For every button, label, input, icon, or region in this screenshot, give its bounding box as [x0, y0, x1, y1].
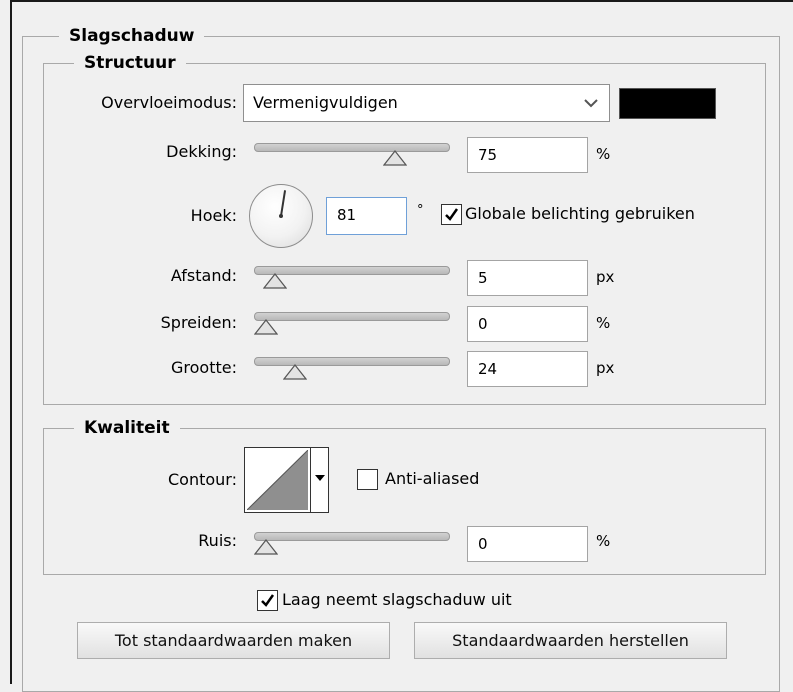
- blend-mode-select[interactable]: Vermenigvuldigen: [243, 84, 610, 122]
- distance-value: 5: [478, 269, 488, 287]
- contour-picker[interactable]: [244, 447, 329, 513]
- anti-aliased-checkbox[interactable]: [357, 469, 378, 490]
- noise-label: Ruis:: [198, 531, 237, 550]
- opacity-unit: %: [596, 145, 611, 163]
- noise-value: 0: [478, 535, 488, 553]
- make-default-button[interactable]: Tot standaardwaarden maken: [77, 622, 390, 659]
- opacity-label: Dekking:: [166, 142, 237, 161]
- blend-mode-label: Overvloeimodus:: [101, 93, 237, 112]
- checkmark-icon: [261, 594, 275, 607]
- global-light-label[interactable]: Globale belichting gebruiken: [465, 203, 695, 225]
- spread-slider-thumb[interactable]: [254, 319, 278, 335]
- layer-knocks-out-checkbox[interactable]: [257, 590, 278, 611]
- spread-input[interactable]: 0: [467, 306, 588, 342]
- window-border-top: [10, 0, 793, 2]
- opacity-slider-thumb[interactable]: [383, 150, 407, 166]
- reset-to-default-button[interactable]: Standaardwaarden herstellen: [414, 622, 727, 659]
- noise-input[interactable]: 0: [467, 526, 588, 562]
- spread-slider-track: [254, 312, 450, 321]
- distance-slider-thumb[interactable]: [262, 273, 287, 289]
- spread-slider[interactable]: [254, 312, 450, 342]
- distance-input[interactable]: 5: [467, 260, 588, 296]
- opacity-slider[interactable]: [254, 143, 450, 173]
- angle-dial-center: [279, 214, 283, 218]
- spread-unit: %: [596, 314, 611, 332]
- drop-shadow-title: Slagschaduw: [59, 24, 205, 48]
- size-slider-thumb[interactable]: [283, 364, 308, 380]
- structure-title: Structuur: [74, 51, 186, 75]
- size-value: 24: [478, 360, 498, 378]
- angle-unit: °: [417, 203, 424, 218]
- noise-slider[interactable]: [254, 532, 450, 562]
- shadow-color-swatch[interactable]: [619, 88, 716, 119]
- contour-curve-icon: [247, 450, 308, 510]
- noise-slider-thumb[interactable]: [254, 539, 278, 555]
- quality-title: Kwaliteit: [74, 416, 180, 440]
- noise-slider-track: [254, 532, 450, 541]
- opacity-value: 75: [478, 146, 498, 164]
- angle-label: Hoek:: [190, 206, 237, 225]
- noise-unit: %: [596, 532, 611, 550]
- distance-unit: px: [596, 268, 615, 286]
- opacity-slider-track: [254, 143, 450, 152]
- distance-label: Afstand:: [170, 266, 237, 285]
- size-slider[interactable]: [254, 357, 450, 387]
- size-label: Grootte:: [171, 358, 237, 377]
- angle-input[interactable]: 81: [326, 197, 407, 235]
- opacity-input[interactable]: 75: [467, 137, 588, 173]
- size-input[interactable]: 24: [467, 351, 588, 387]
- angle-value: 81: [337, 206, 357, 224]
- blend-mode-value: Vermenigvuldigen: [253, 93, 398, 112]
- window-border-left: [10, 0, 12, 684]
- checkmark-icon: [445, 208, 459, 221]
- spread-value: 0: [478, 315, 488, 333]
- size-unit: px: [596, 359, 615, 377]
- contour-dropdown-arrow-icon[interactable]: [315, 475, 325, 481]
- angle-dial[interactable]: [249, 184, 313, 248]
- spread-label: Spreiden:: [160, 313, 237, 332]
- global-light-checkbox[interactable]: [441, 204, 462, 225]
- contour-label: Contour:: [168, 470, 237, 489]
- layer-knocks-out-label[interactable]: Laag neemt slagschaduw uit: [282, 589, 512, 611]
- contour-divider: [310, 448, 311, 512]
- anti-aliased-label[interactable]: Anti-aliased: [385, 468, 479, 490]
- distance-slider[interactable]: [254, 266, 450, 296]
- chevron-down-icon: [584, 99, 598, 108]
